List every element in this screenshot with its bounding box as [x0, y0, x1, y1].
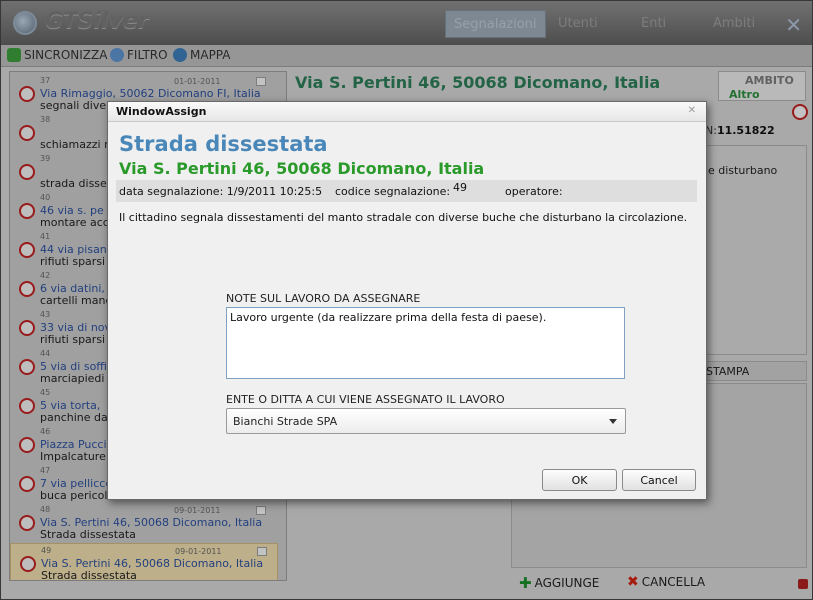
- report-date: data segnalazione: 1/9/2011 10:25:5: [119, 185, 323, 198]
- note-textarea[interactable]: Lavoro urgente (da realizzare prima dell…: [226, 307, 625, 379]
- report-code-label: codice segnalazione:: [335, 185, 451, 198]
- dialog-title-bar[interactable]: WindowAssign ✕: [108, 102, 706, 122]
- dialog-close-icon[interactable]: ✕: [688, 105, 696, 116]
- operator-label: operatore:: [505, 185, 563, 198]
- report-code-value: 49: [453, 181, 467, 194]
- note-label: NOTE SUL LAVORO DA ASSEGNARE: [226, 292, 421, 305]
- ente-select[interactable]: Bianchi Strade SPA: [226, 408, 626, 434]
- ente-label: ENTE O DITTA A CUI VIENE ASSEGNATO IL LA…: [226, 393, 505, 406]
- cancel-button[interactable]: Cancel: [622, 469, 696, 491]
- report-title: Strada dissestata: [119, 132, 328, 156]
- report-description: Il cittadino segnala dissestamenti del m…: [119, 211, 688, 224]
- report-address: Via S. Pertini 46, 50068 Dicomano, Itali…: [119, 159, 485, 178]
- ok-button[interactable]: OK: [542, 469, 617, 491]
- dialog-window-title: WindowAssign: [116, 105, 207, 118]
- ente-selected-value: Bianchi Strade SPA: [233, 415, 338, 428]
- info-bar: data segnalazione: 1/9/2011 10:25:5 codi…: [116, 180, 697, 202]
- assign-dialog: WindowAssign ✕ Strada dissestata Via S. …: [107, 101, 707, 500]
- chevron-down-icon: [609, 419, 617, 424]
